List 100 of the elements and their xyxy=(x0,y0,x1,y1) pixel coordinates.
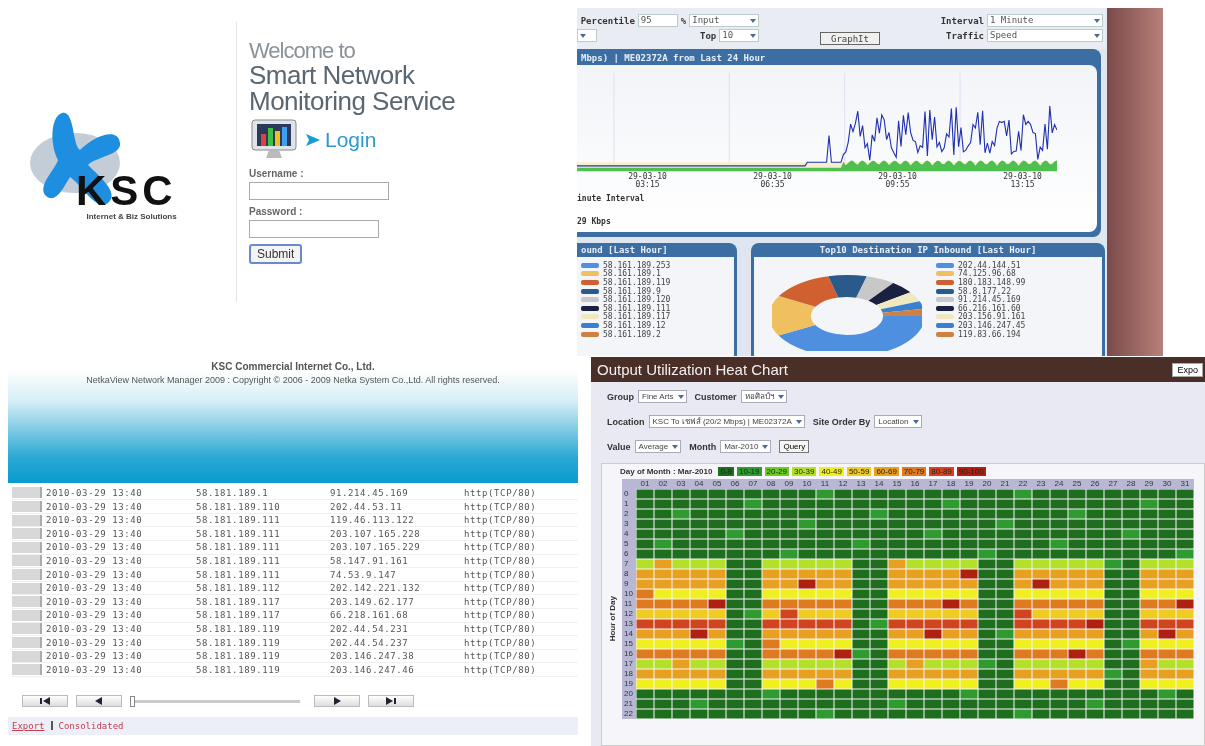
last-page-button[interactable] xyxy=(368,695,414,707)
row-header[interactable] xyxy=(12,609,42,621)
day-header: 25 xyxy=(1071,479,1083,489)
chart-title: Mbps) | ME02372A from Last 24 Hour xyxy=(580,52,767,65)
dropdown[interactable] xyxy=(577,29,597,42)
day-header: 14 xyxy=(873,479,885,489)
day-header: 20 xyxy=(981,479,993,489)
table-cell-text: 58.181.189.117 xyxy=(196,596,282,607)
legend-label: 91.214.45.169 xyxy=(958,295,1021,305)
row-header[interactable] xyxy=(12,555,42,567)
row-header[interactable] xyxy=(12,650,42,662)
row-header[interactable] xyxy=(12,582,42,594)
table-cell-text: 58.181.189.112 xyxy=(196,583,282,594)
table-cell-text: 2010-03-29 13:40 xyxy=(45,651,144,662)
filter-label: Location xyxy=(607,416,645,427)
hour-header: 7 xyxy=(623,559,630,569)
table-cell-text: http(TCP/80) xyxy=(464,637,538,648)
day-header: 24 xyxy=(1053,479,1065,489)
first-page-button[interactable] xyxy=(22,695,68,707)
table-cell-text: 58.181.189.119 xyxy=(196,637,282,648)
query-button[interactable]: Query xyxy=(779,440,810,453)
direction-dropdown[interactable]: Input xyxy=(689,14,760,27)
previous-button[interactable] xyxy=(76,695,122,707)
day-header: 18 xyxy=(945,479,957,489)
hour-header: 15 xyxy=(623,639,634,649)
triangle-left-icon xyxy=(95,697,103,705)
slider-thumb[interactable] xyxy=(130,695,135,707)
hour-header: 0 xyxy=(623,489,630,499)
interval-dropdown[interactable]: 1 Minute xyxy=(987,14,1103,27)
table-cell-text: 74.53.9.147 xyxy=(330,569,398,580)
input-field[interactable] xyxy=(249,220,379,238)
report-link[interactable]: Consolidated xyxy=(58,721,124,731)
legend-label: 119.83.66.194 xyxy=(958,329,1021,339)
skip-forward-icon xyxy=(384,697,398,705)
panel-title: ound [Last Hour] xyxy=(580,244,669,257)
row-header[interactable] xyxy=(12,637,42,648)
table-cell-text: 58.181.189.111 xyxy=(196,569,282,580)
day-header: 11 xyxy=(819,479,831,489)
table-cell-text: 58.181.189.111 xyxy=(196,542,282,553)
row-header[interactable] xyxy=(12,664,42,676)
table-cell-text: 2010-03-29 13:40 xyxy=(45,501,144,512)
table-cell-text: http(TCP/80) xyxy=(464,488,538,498)
table-cell-text: 2010-03-29 13:40 xyxy=(45,569,144,580)
row-header[interactable] xyxy=(12,487,42,499)
hour-header: 19 xyxy=(623,679,634,689)
hour-header: 1 xyxy=(623,499,630,509)
row-header[interactable] xyxy=(12,623,42,635)
row-header[interactable] xyxy=(12,596,42,608)
table-cell-text: http(TCP/80) xyxy=(464,555,538,566)
table-cell-text: http(TCP/80) xyxy=(464,515,538,526)
day-header: 30 xyxy=(1161,479,1173,489)
top-dropdown[interactable]: 10 xyxy=(719,29,760,42)
legend-tag: 50-59 xyxy=(846,467,872,476)
legend-tag: 90-100 xyxy=(956,467,986,476)
filter-dropdown[interactable]: Average xyxy=(634,440,682,453)
legend-title: Day of Month : Mar-2010 xyxy=(620,467,713,476)
hour-header: 9 xyxy=(623,579,630,589)
row-header[interactable] xyxy=(12,514,42,526)
legend-label: 58.161.189.120 xyxy=(603,295,671,305)
filter-dropdown[interactable]: Mar-2010 xyxy=(720,440,772,453)
filter-dropdown[interactable]: KSC To เชฟส์ (20/2 Mbps) | ME02372A xyxy=(648,415,805,428)
table-cell-text: 2010-03-29 13:40 xyxy=(45,488,144,498)
filter-dropdown[interactable]: Location xyxy=(874,415,922,428)
row-header[interactable] xyxy=(12,541,42,553)
filter-dropdown[interactable]: Fine Arts xyxy=(638,390,687,403)
report-link[interactable]: Export xyxy=(12,721,45,731)
input-field[interactable] xyxy=(249,182,389,200)
axis-tick-label: 29-03-10 03:15 xyxy=(627,173,668,190)
day-header: 06 xyxy=(729,479,741,489)
legend-tag: 40-49 xyxy=(819,467,844,476)
day-header: 17 xyxy=(927,479,939,489)
speed-reading: 29 Kbps xyxy=(577,216,612,226)
hour-header: 13 xyxy=(623,619,634,629)
table-cell-text: 2010-03-29 13:40 xyxy=(45,583,144,594)
login-heading: Login xyxy=(325,128,377,152)
graph-button[interactable]: GraphIt xyxy=(820,32,880,45)
hour-header: 22 xyxy=(623,709,634,719)
percentile-field[interactable]: 95 xyxy=(637,14,678,27)
legend-label: 58.161.189.9 xyxy=(603,286,661,296)
interval-label: Interval xyxy=(940,15,984,26)
percentile-label: Percentile xyxy=(580,15,635,26)
interval-note: inute Interval xyxy=(577,193,646,203)
day-header: 02 xyxy=(657,479,669,489)
table-cell-text: http(TCP/80) xyxy=(464,501,538,512)
next-button[interactable] xyxy=(314,695,360,707)
filter-dropdown[interactable]: หอศิลป์ฯ xyxy=(740,390,787,403)
row-header[interactable] xyxy=(12,501,42,513)
hour-header: 2 xyxy=(623,509,630,519)
submit-button[interactable]: Submit xyxy=(249,244,303,264)
triangle-right-icon xyxy=(333,697,341,705)
table-cell-text: 2010-03-29 13:40 xyxy=(45,664,144,675)
export-button[interactable]: Expo xyxy=(1172,362,1203,377)
traffic-dropdown[interactable]: Speed xyxy=(987,29,1103,42)
table-cell-text: 2010-03-29 13:40 xyxy=(45,637,144,648)
row-header[interactable] xyxy=(12,569,42,581)
legend-label: 58.161.189.1 xyxy=(603,269,661,279)
legend-tag: 30-39 xyxy=(791,467,817,476)
hour-header: 20 xyxy=(623,689,634,699)
row-header[interactable] xyxy=(12,528,42,540)
legend-label: 58.161.189.117 xyxy=(603,312,671,322)
